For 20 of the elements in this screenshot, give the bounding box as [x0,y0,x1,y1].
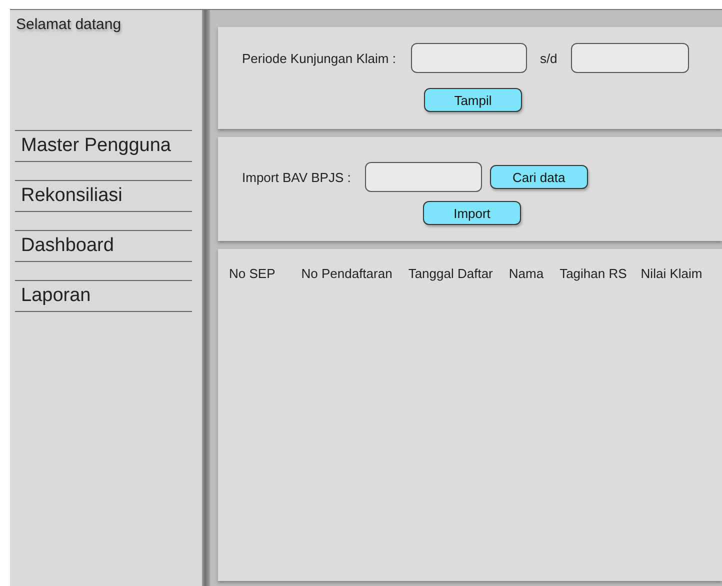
column-header: Nilai Klaim [640,266,702,281]
menu-item[interactable]: Dashboard [15,230,192,262]
search-button[interactable]: Cari data [490,165,588,189]
column-header: Tanggal Daftar [408,266,493,281]
column-header: No Pendaftaran [301,266,392,281]
date-field[interactable] [410,43,527,73]
date-field[interactable] [571,43,690,73]
greeting-text: Selamat datang [16,16,122,35]
separator-text: s/d [540,50,558,66]
import-button[interactable]: Import [423,201,521,225]
file-field[interactable] [364,162,482,192]
column-header: No SEP [229,266,276,281]
field-label: Periode Kunjungan Klaim : [242,50,396,66]
column-header: Tagihan RS [560,266,627,281]
show-button[interactable]: Tampil [424,88,522,112]
menu-item[interactable]: Master Pengguna [15,130,192,162]
column-header: Nama [508,266,544,281]
field-label: Import BAV BPJS : [242,170,351,184]
menu-item[interactable]: Laporan [15,280,192,312]
menu-item[interactable]: Rekonsiliasi [15,180,192,212]
